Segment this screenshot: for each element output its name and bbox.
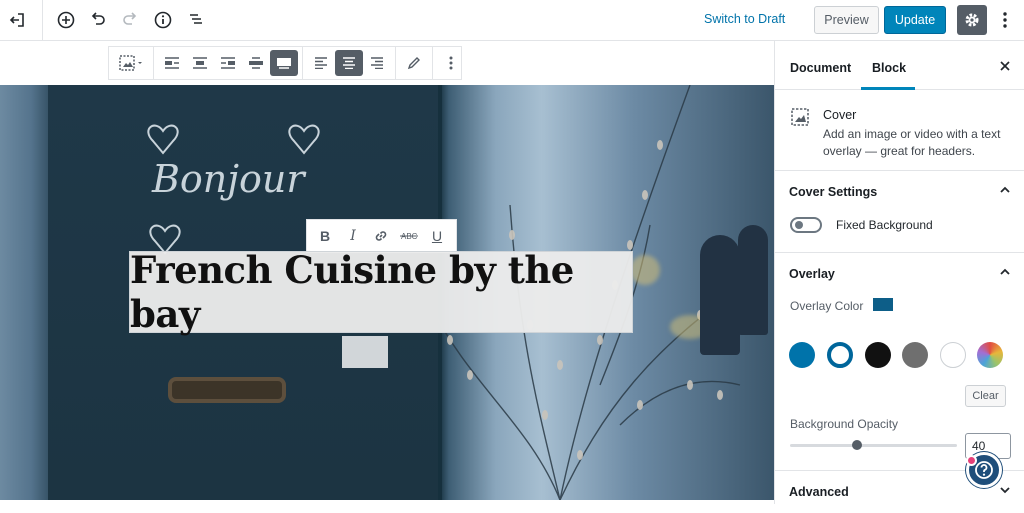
opacity-slider-track[interactable] [790, 444, 957, 447]
tab-document[interactable]: Document [790, 61, 851, 75]
undo-icon[interactable] [85, 7, 111, 33]
update-button[interactable]: Update [884, 6, 946, 34]
overlay-color-label: Overlay Color [790, 299, 864, 313]
align-left-block-icon[interactable] [158, 50, 186, 76]
add-block-icon[interactable] [53, 7, 79, 33]
custom-color-picker-icon[interactable] [977, 342, 1003, 368]
edit-media-pencil-icon[interactable] [400, 50, 428, 76]
settings-sidebar: Document Block Cover Add an image or vid… [774, 41, 1024, 504]
edit-group [396, 47, 433, 79]
sidebar-tabs: Document Block [775, 41, 1024, 90]
text-align-right-icon[interactable] [363, 50, 391, 76]
chevron-down-icon[interactable] [1000, 486, 1010, 494]
overlay-controls: Overlay Color Clear Background Opacity 4… [775, 295, 1024, 471]
bokeh-light [630, 255, 660, 285]
strikethrough-icon[interactable]: ABC [395, 223, 423, 249]
background-opacity-label: Background Opacity [790, 417, 899, 431]
bold-icon[interactable]: B [311, 223, 339, 249]
settings-gear-icon[interactable] [957, 5, 987, 35]
cover-block-icon [791, 108, 809, 131]
chevron-up-icon[interactable] [1000, 268, 1010, 276]
close-icon[interactable] [996, 57, 1014, 75]
preview-button[interactable]: Preview [814, 6, 879, 34]
block-navigation-icon[interactable] [183, 7, 209, 33]
more-group [433, 47, 469, 79]
editor-canvas: Bonjour B I ABC U French Cuisine by the … [0, 41, 774, 504]
text-alignment-group [303, 47, 396, 79]
align-center-block-icon[interactable] [186, 50, 214, 76]
cover-settings-title: Cover Settings [789, 185, 878, 199]
redo-icon[interactable] [117, 7, 143, 33]
overlay-panel: Overlay Overlay Color Clear Background O… [775, 253, 1024, 471]
background-person [700, 235, 740, 355]
chevron-up-icon[interactable] [1000, 186, 1010, 194]
overlay-title: Overlay [789, 267, 835, 281]
color-swatch-dark-blue-selected[interactable] [827, 342, 853, 368]
color-swatch-white[interactable] [940, 342, 966, 368]
fixed-background-toggle[interactable] [790, 217, 822, 233]
overlay-header[interactable]: Overlay [775, 253, 1024, 295]
block-more-options-icon[interactable] [437, 50, 465, 76]
top-toolbar: Switch to Draft Preview Update [0, 0, 1024, 41]
advanced-title: Advanced [789, 485, 849, 499]
clear-color-button[interactable]: Clear [965, 385, 1006, 407]
cover-settings-panel: Cover Settings Fixed Background [775, 171, 1024, 253]
align-right-block-icon[interactable] [214, 50, 242, 76]
cover-heading-field[interactable]: French Cuisine by the bay [129, 248, 633, 336]
block-type-group [109, 47, 154, 79]
background-person [738, 225, 768, 335]
fixed-background-row: Fixed Background [775, 213, 1024, 243]
chalk-lettering: Bonjour [152, 157, 305, 201]
more-options-icon[interactable] [996, 7, 1014, 33]
block-toolbar [108, 46, 462, 80]
tab-block[interactable]: Block [872, 61, 906, 75]
notification-dot [966, 455, 977, 466]
text-align-center-icon[interactable] [335, 50, 363, 76]
content-info-icon[interactable] [150, 7, 176, 33]
opacity-slider-thumb[interactable] [851, 440, 862, 450]
italic-icon[interactable]: I [339, 223, 367, 249]
back-to-posts-icon[interactable] [4, 7, 30, 33]
block-info-card: Cover Add an image or video with a text … [775, 90, 1024, 171]
fixed-background-label: Fixed Background [836, 218, 933, 232]
block-name: Cover [823, 108, 857, 122]
door-handle [168, 377, 286, 403]
cover-settings-header[interactable]: Cover Settings [775, 171, 1024, 213]
cover-heading-text[interactable]: French Cuisine by the bay [130, 248, 632, 336]
switch-to-draft-link[interactable]: Switch to Draft [704, 12, 785, 26]
color-swatch-gray[interactable] [902, 342, 928, 368]
text-align-left-icon[interactable] [307, 50, 335, 76]
toolbar-divider [42, 0, 43, 41]
block-alignment-group [154, 47, 303, 79]
underline-icon[interactable]: U [423, 223, 451, 249]
wide-width-icon[interactable] [242, 50, 270, 76]
color-swatch-blue[interactable] [789, 342, 815, 368]
current-color-indicator [873, 298, 893, 311]
block-description: Add an image or video with a text overla… [823, 127, 1001, 158]
color-swatch-black[interactable] [865, 342, 891, 368]
link-icon[interactable] [367, 223, 395, 249]
cover-block-switcher-icon[interactable] [113, 50, 149, 76]
door-sign [342, 336, 388, 368]
full-width-icon[interactable] [270, 50, 298, 76]
